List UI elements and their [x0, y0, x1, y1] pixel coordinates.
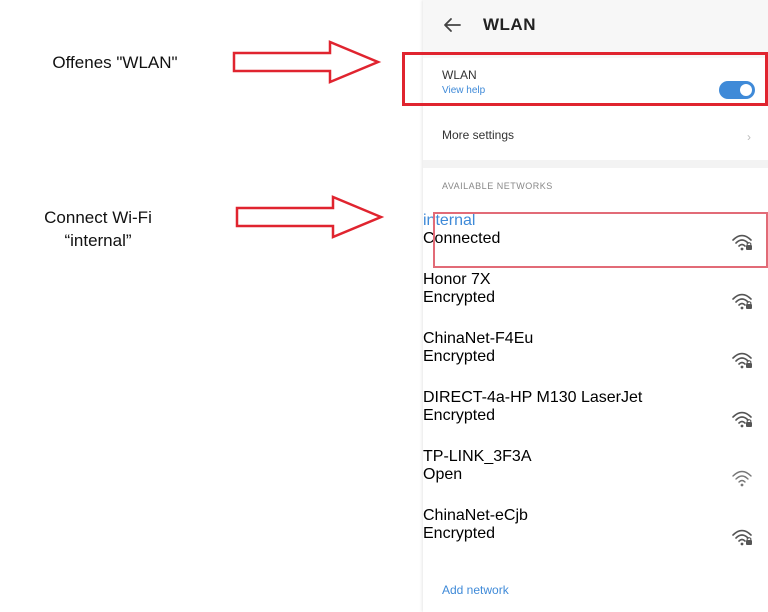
available-networks-header: AVAILABLE NETWORKS	[442, 181, 553, 191]
wifi-lock-icon	[732, 411, 752, 428]
highlight-box-internal	[433, 212, 768, 268]
top-bar: WLAN	[423, 0, 768, 58]
network-item[interactable]: TP-LINK_3F3A Open	[423, 448, 768, 506]
network-item[interactable]: DIRECT-4a-HP M130 LaserJet Encrypted	[423, 389, 768, 447]
chevron-right-icon: ›	[747, 130, 751, 144]
wifi-lock-icon	[732, 529, 752, 546]
network-name: ChinaNet-F4Eu	[423, 330, 534, 347]
annotation-arrow-1	[232, 40, 382, 84]
highlight-box-wlan	[402, 52, 768, 106]
wifi-icon	[732, 470, 752, 487]
network-name: ChinaNet-eCjb	[423, 507, 528, 524]
more-settings-label: More settings	[442, 128, 515, 142]
network-item[interactable]: ChinaNet-F4Eu Encrypted	[423, 330, 768, 388]
screenshot-canvas: Offenes "WLAN" Connect Wi-Fi “internal” …	[0, 0, 768, 612]
network-status: Encrypted	[423, 348, 496, 365]
network-item[interactable]: ChinaNet-eCjb Encrypted	[423, 507, 768, 565]
network-name: TP-LINK_3F3A	[423, 448, 532, 465]
annotation-arrow-2	[235, 195, 385, 239]
section-divider	[423, 160, 768, 168]
network-status: Encrypted	[423, 407, 496, 424]
annotation-connect-wifi: Connect Wi-Fi “internal”	[8, 206, 188, 252]
network-item[interactable]: Honor 7X Encrypted	[423, 271, 768, 329]
more-settings-row[interactable]: More settings ›	[423, 116, 768, 156]
back-arrow-icon[interactable]	[441, 14, 463, 36]
network-status: Encrypted	[423, 289, 496, 306]
network-status: Open	[423, 466, 463, 483]
wifi-lock-icon	[732, 352, 752, 369]
page-title: WLAN	[483, 15, 536, 34]
network-status: Encrypted	[423, 525, 496, 542]
network-name: DIRECT-4a-HP M130 LaserJet	[423, 389, 643, 406]
add-network-button[interactable]: Add network	[442, 583, 509, 597]
wifi-lock-icon	[732, 293, 752, 310]
network-name: Honor 7X	[423, 271, 491, 288]
annotation-connect-wifi-line1: Connect Wi-Fi	[44, 208, 152, 227]
annotation-open-wlan: Offenes "WLAN"	[52, 53, 178, 72]
annotation-connect-wifi-line2: “internal”	[64, 231, 132, 250]
